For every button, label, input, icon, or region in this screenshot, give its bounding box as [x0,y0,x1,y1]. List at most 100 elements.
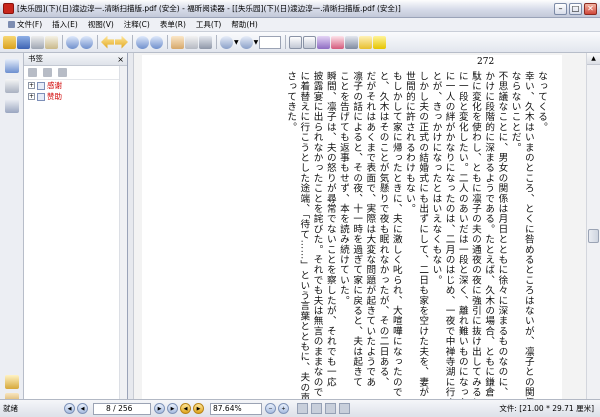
zoom-in-icon [239,35,253,49]
snapshot-button[interactable] [199,35,212,50]
text-line: 不思議なことに、男女の関係は月日とともに徐々に深まるものなのに、 [496,71,508,398]
back-button[interactable] [101,35,114,50]
expand-icon[interactable]: + [28,82,35,89]
menu-comment[interactable]: 注释(C) [119,19,155,30]
continuous-icon[interactable] [311,403,322,414]
text-line: 凛子の話によると、その夜、十一時を過ぎて家に戻ると、夫は起きて [351,71,363,388]
open-button[interactable] [3,35,16,50]
bookmark-item-thanks[interactable]: + 感谢 [24,80,127,91]
window-controls: – □ ✕ [554,2,597,15]
single-page-icon[interactable] [297,403,308,414]
new-bookmark-icon[interactable] [58,68,67,77]
print-icon [31,35,44,49]
highlight-button[interactable] [373,35,387,50]
document-scrollbar[interactable]: ▲ [586,53,600,399]
fit-page-icon [289,35,303,49]
attachments-panel-icon[interactable] [4,375,19,389]
expand-icon[interactable]: + [28,93,35,100]
menu-insert[interactable]: 插入(E) [47,19,83,30]
panel-splitter[interactable] [128,53,134,399]
menu-file[interactable]: 文件(F) [3,19,47,30]
bookmark-icon [331,35,345,49]
scroll-up-icon[interactable]: ▲ [587,53,600,65]
last-page-icon[interactable]: ▶ [167,403,178,414]
text-line: 世間的に許されるわけもない。 [403,71,415,214]
rotate-button[interactable] [317,35,331,50]
first-page-button[interactable] [66,35,79,50]
last-page-button[interactable] [150,35,163,50]
zoom-in-button[interactable] [239,35,253,50]
first-page-icon[interactable]: ◀ [64,403,75,414]
menu-tools[interactable]: 工具(T) [191,19,226,30]
menu-help[interactable]: 帮助(H) [226,19,263,30]
previous-page-icon [80,35,93,49]
bookmark-button[interactable] [331,35,345,50]
text-line: 瞬間、凛子は、夫の怒りが尋常でないことを察したが、それでも一応 [324,71,336,388]
next-page-icon[interactable]: ▶ [154,403,165,414]
text-line: さってきた。 [285,71,297,133]
status-bar: 就绪 ◀ ◀ 8 / 256 ▶ ▶ ◀ ▶ 87.64% − + 文件: [2… [0,399,600,417]
forward-button[interactable] [115,35,128,50]
page-number-field[interactable]: 8 / 256 [93,402,151,415]
toolbar: ▼ ▼ [0,32,600,53]
menu-view[interactable]: 视图(V) [83,19,119,30]
layers-panel-icon[interactable] [4,99,19,113]
note-button[interactable] [359,35,373,50]
text-line: ならないことだ。 [509,71,521,153]
pages-panel-icon[interactable] [4,79,19,93]
page-number: 272 [477,57,495,67]
next-page-button[interactable] [136,35,149,50]
zoom-in-icon[interactable]: + [278,403,289,414]
close-icon[interactable]: × [117,54,124,66]
menu-form[interactable]: 表单(R) [155,19,191,30]
next-page-icon [136,35,149,49]
sidebar-scrollbar[interactable] [119,66,127,399]
previous-page-button[interactable] [80,35,93,50]
text-line: とが、きっかけになったとはいえなくもない。 [430,71,442,286]
select-text-button[interactable] [185,35,198,50]
last-page-icon [150,35,163,49]
bookmarks-panel: 书签 × + 感谢 + 赞助 [24,53,128,399]
text-line: しかし夫の正式の結婚式にも出ずにして、二日も家を空けた夫を、妻が [417,71,429,398]
zoom-out-dropdown[interactable]: ▼ [234,35,239,50]
text-line: 披露宴に出られなかったことを詫びた。それでも夫は無言のままなので [311,71,323,398]
title-bar: [失乐园](下)(日)渡边淳一.清晰扫描版.pdf (安全) - 福昕阅读器 -… [0,0,600,18]
zoom-combo[interactable] [259,35,282,50]
close-icon[interactable]: ✕ [584,2,597,15]
print-button[interactable] [31,35,44,50]
zoom-field[interactable] [259,35,282,49]
bookmarks-panel-icon[interactable] [4,59,19,73]
zoom-out-button[interactable] [220,35,233,50]
text-line: に着替えに行こうとした途端、「待て……」という言葉とともに、夫の声 [298,71,310,399]
typewriter-icon [345,35,359,49]
save-button[interactable] [17,35,30,50]
chevron-down-icon: ▼ [253,38,259,46]
window-title: [失乐园](下)(日)渡边淳一.清晰扫描版.pdf (安全) - 福昕阅读器 -… [17,4,401,13]
toolbar-separator [285,35,287,49]
back-icon [101,35,114,49]
typewriter-button[interactable] [345,35,359,50]
delete-icon[interactable] [43,68,52,77]
back-icon[interactable]: ◀ [180,403,191,414]
zoom-field[interactable]: 87.64% [210,402,262,415]
zoom-in-dropdown[interactable]: ▼ [254,35,259,50]
hand-tool-button[interactable] [171,35,184,50]
fit-page-button[interactable] [289,35,303,50]
minimize-icon[interactable]: – [554,2,567,15]
email-button[interactable] [45,35,58,50]
facing-icon[interactable] [325,403,336,414]
fit-width-button[interactable] [303,35,317,50]
forward-icon[interactable]: ▶ [193,403,204,414]
options-icon[interactable] [28,68,37,77]
previous-page-icon[interactable]: ◀ [77,403,88,414]
zoom-out-icon[interactable]: − [265,403,276,414]
scrollbar-thumb[interactable] [588,229,599,243]
bookmarks-panel-header: 书签 × [24,53,127,66]
text-line: 駄に変化を使わし、ともに凛子の夫の通夜の夜に強引に抜け出してみると、そ [469,71,481,399]
text-line: もしかして家に帰ったときに、夫に激しく叱られ、大喧嘩になったので [390,71,402,398]
save-icon [17,35,30,49]
continuous-facing-icon[interactable] [339,403,350,414]
maximize-icon[interactable]: □ [569,2,582,15]
page-size-label: 文件: [21.00 * 29.71 厘米] [499,404,594,413]
bookmark-item-sponsor[interactable]: + 赞助 [24,91,127,102]
